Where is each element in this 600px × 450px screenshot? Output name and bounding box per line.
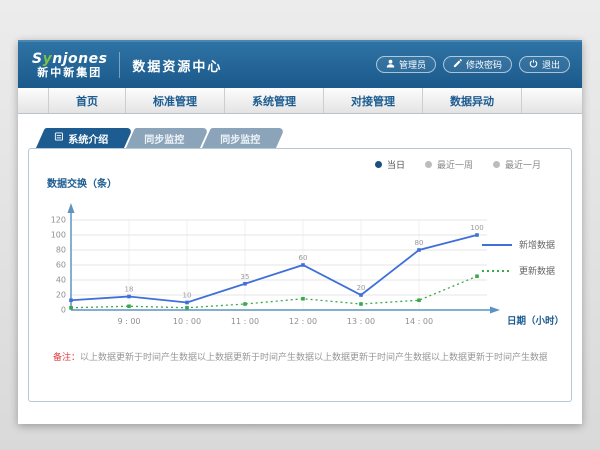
tab-1[interactable]: 同步监控 — [126, 128, 209, 148]
app-header: Synjones 新中新集团 数据资源中心 管理员 修改密码 退出 — [18, 40, 582, 88]
svg-text:120: 120 — [51, 216, 66, 225]
svg-text:35: 35 — [241, 273, 250, 281]
svg-text:80: 80 — [56, 246, 66, 255]
legend-series-name: 更新数据 — [519, 264, 555, 277]
user-bar-button-edit[interactable]: 修改密码 — [443, 56, 512, 73]
tab-label: 同步监控 — [220, 131, 260, 146]
filter-label: 最近一周 — [437, 158, 473, 171]
nav-item-3[interactable]: 对接管理 — [324, 88, 423, 113]
footnote-text: 以上数据更新于时间产生数据以上数据更新于时间产生数据以上数据更新于时间产生数据以… — [80, 353, 547, 363]
legend-line-sample — [482, 242, 512, 248]
user-bar-button-label: 管理员 — [399, 58, 426, 71]
svg-text:60: 60 — [56, 261, 66, 270]
radio-dot-icon — [493, 161, 500, 168]
main-nav: 首页标准管理系统管理对接管理数据异动 — [18, 88, 582, 114]
svg-text:18: 18 — [125, 286, 134, 294]
user-bar-button-label: 修改密码 — [466, 58, 502, 71]
svg-text:100: 100 — [470, 224, 483, 232]
chart-container: 0 20 40 60 80 100 120 9 : 00 10 : 00 11 : 00 12 : … — [29, 192, 571, 342]
svg-text:80: 80 — [415, 239, 424, 247]
filter-radio-0[interactable]: 当日 — [375, 158, 405, 171]
svg-text:60: 60 — [299, 254, 308, 262]
svg-text:9 : 00: 9 : 00 — [117, 317, 140, 326]
desktop-background: Synjones 新中新集团 数据资源中心 管理员修改密码退出 首页标准管理系统… — [0, 0, 600, 450]
svg-text:13 : 00: 13 : 00 — [347, 317, 375, 326]
svg-text:10: 10 — [183, 292, 192, 300]
date-range-filters: 当日 最近一周 最近一月 — [375, 158, 541, 171]
nav-item-1[interactable]: 标准管理 — [126, 88, 225, 113]
svg-text:100: 100 — [51, 231, 66, 240]
tab-0[interactable]: 系统介绍 — [36, 128, 133, 148]
legend-series-name: 新增数据 — [519, 238, 555, 251]
svg-text:14 : 00: 14 : 00 — [405, 317, 433, 326]
user-bar-button-power[interactable]: 退出 — [519, 56, 570, 73]
svg-text:10 : 00: 10 : 00 — [173, 317, 201, 326]
brand-logo-subtext: 新中新集团 — [32, 67, 107, 79]
chart-panel: 当日 最近一周 最近一月 数据交换（条） 0 20 40 60 80 100 120 9 : 00… — [28, 148, 572, 402]
radio-dot-icon — [425, 161, 432, 168]
svg-text:11 : 00: 11 : 00 — [231, 317, 259, 326]
footnote: 备注：以上数据更新于时间产生数据以上数据更新于时间产生数据以上数据更新于时间产生… — [53, 352, 547, 365]
filter-radio-1[interactable]: 最近一周 — [425, 158, 473, 171]
legend-line-sample — [482, 268, 512, 274]
svg-text:日期（小时）: 日期（小时） — [507, 315, 564, 327]
user-bar-button-label: 退出 — [542, 58, 560, 71]
tab-label: 同步监控 — [144, 131, 184, 146]
svg-text:20: 20 — [357, 284, 366, 292]
power-icon — [529, 59, 538, 71]
user-bar: 管理员 修改密码 退出 — [376, 56, 570, 73]
app-window: Synjones 新中新集团 数据资源中心 管理员修改密码退出 首页标准管理系统… — [18, 40, 582, 424]
svg-text:20: 20 — [56, 291, 66, 300]
chart-legend: 新增数据更新数据 — [482, 238, 555, 277]
nav-item-2[interactable]: 系统管理 — [225, 88, 324, 113]
filter-label: 最近一月 — [505, 158, 541, 171]
footnote-prefix: 备注： — [53, 353, 80, 363]
tab-label: 系统介绍 — [68, 131, 108, 146]
svg-text:40: 40 — [56, 276, 66, 285]
tab-2[interactable]: 同步监控 — [202, 128, 285, 148]
brand-logo: Synjones 新中新集团 — [32, 52, 107, 78]
filter-label: 当日 — [387, 158, 405, 171]
y-axis-title: 数据交换（条） — [47, 175, 571, 190]
content-area: 系统介绍 同步监控 同步监控 当日 最近一周 最近一月 数据交换（条） 0 20 40 60 8… — [18, 114, 582, 402]
svg-text:12 : 00: 12 : 00 — [289, 317, 317, 326]
document-icon — [54, 132, 63, 144]
header-divider — [119, 52, 120, 78]
edit-icon — [453, 59, 462, 71]
tab-bar: 系统介绍 同步监控 同步监控 — [36, 128, 572, 148]
user-icon — [386, 59, 395, 71]
user-bar-button-user[interactable]: 管理员 — [376, 56, 436, 73]
filter-radio-2[interactable]: 最近一月 — [493, 158, 541, 171]
brand-logo-text: Synjones — [32, 52, 107, 67]
legend-item-0: 新增数据 — [482, 238, 555, 251]
nav-item-4[interactable]: 数据异动 — [423, 88, 522, 113]
page-title: 数据资源中心 — [132, 56, 222, 75]
svg-text:0: 0 — [61, 306, 66, 315]
nav-item-0[interactable]: 首页 — [48, 88, 126, 113]
legend-item-1: 更新数据 — [482, 264, 555, 277]
radio-dot-icon — [375, 161, 382, 168]
